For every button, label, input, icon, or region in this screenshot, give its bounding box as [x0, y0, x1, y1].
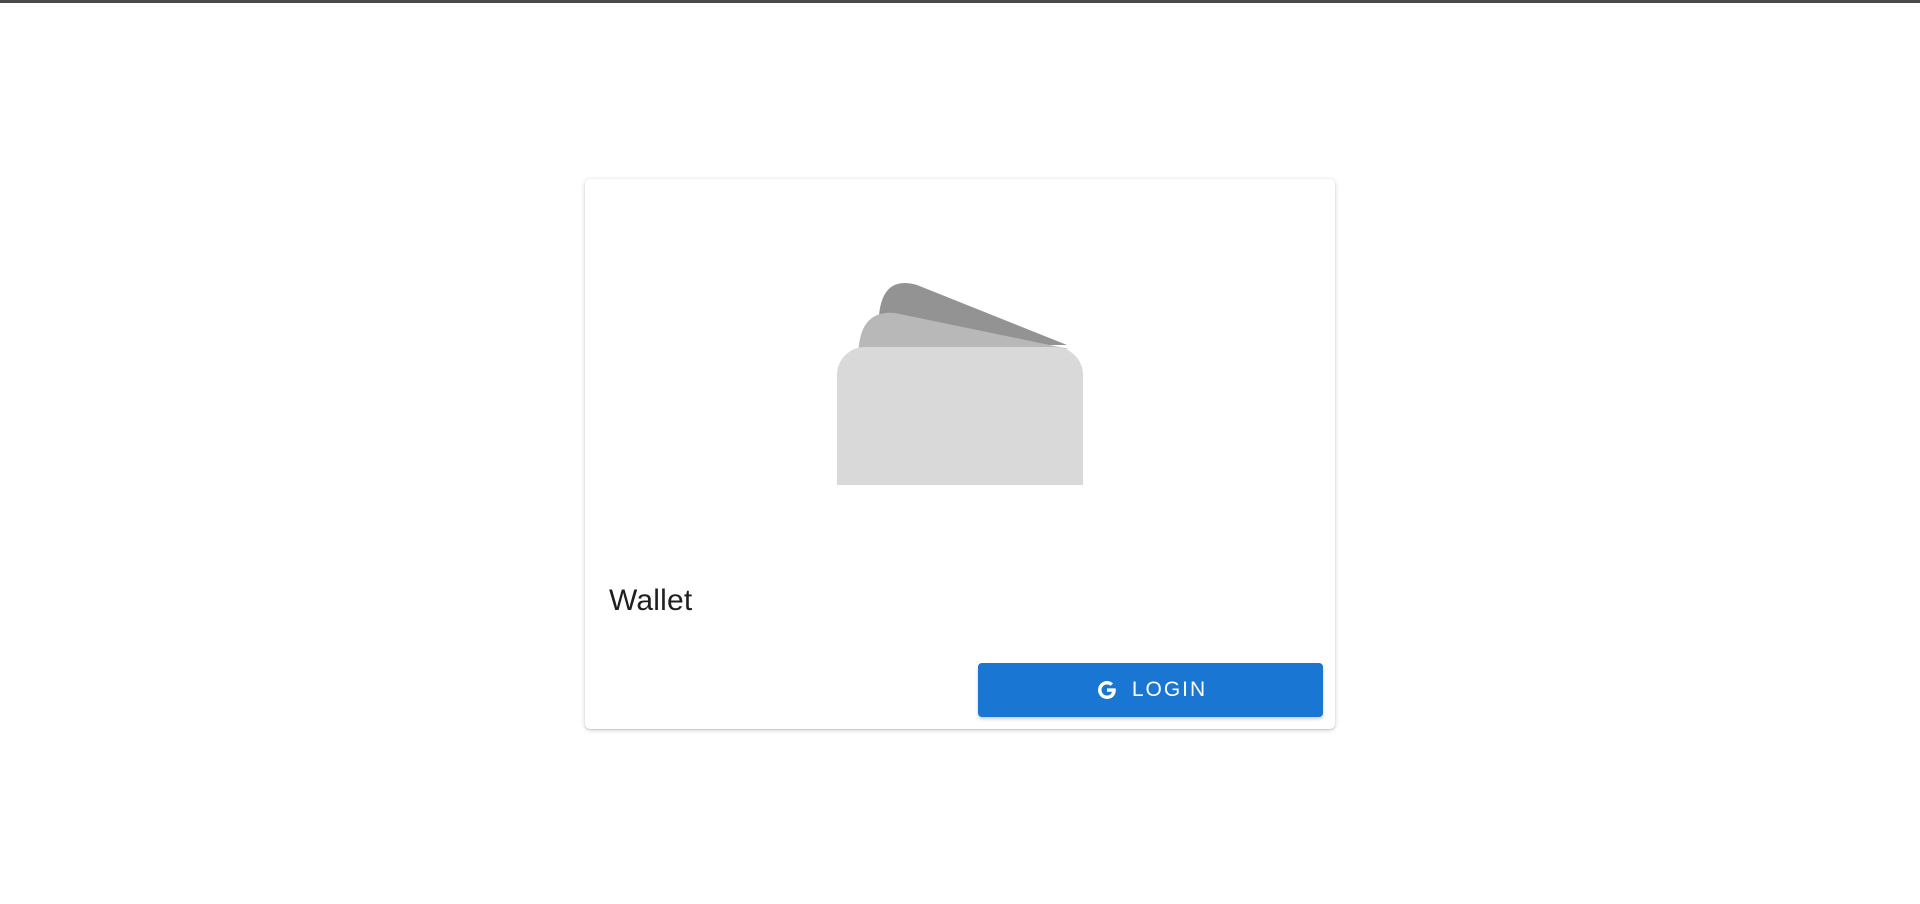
- card-title: Wallet: [609, 584, 693, 617]
- login-button[interactable]: LOGIN: [978, 663, 1323, 717]
- top-divider: [0, 0, 1920, 3]
- wallet-card: Wallet LOGIN: [585, 179, 1335, 729]
- wallet-cards-icon: [837, 283, 1083, 485]
- login-label: LOGIN: [1131, 678, 1208, 701]
- google-g-icon: [1094, 677, 1120, 703]
- card-hero: [585, 179, 1335, 559]
